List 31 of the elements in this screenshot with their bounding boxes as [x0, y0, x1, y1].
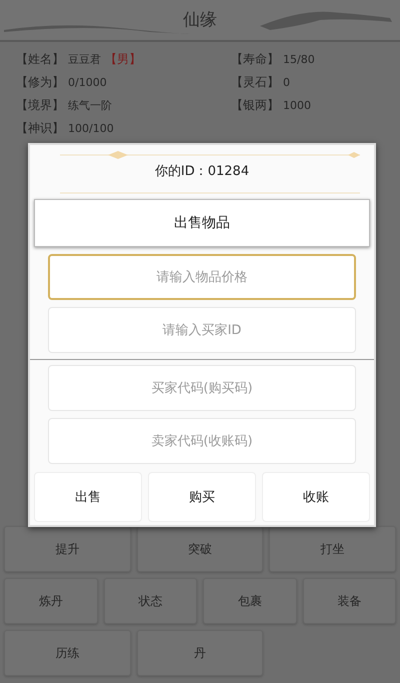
game-title: 仙缘: [182, 9, 218, 31]
stat-value: 100/100: [68, 122, 114, 135]
dialog-button[interactable]: 出售: [34, 472, 142, 522]
stat-value: 练气一阶: [68, 98, 112, 113]
action-button[interactable]: 状态: [104, 578, 197, 624]
action-button[interactable]: 装备: [302, 578, 396, 624]
action-button[interactable]: 突破: [136, 526, 264, 572]
input-field[interactable]: 请输入物品价格: [48, 254, 356, 300]
action-button[interactable]: 包裹: [203, 578, 296, 624]
player-id-text: 你的ID：01284: [154, 163, 250, 180]
stat-value: 1000: [283, 99, 311, 112]
stat-label: 【神识】: [16, 120, 64, 137]
action-button[interactable]: 打坐: [269, 526, 396, 572]
stat-label: 【姓名】: [16, 51, 64, 68]
dialog-title-button[interactable]: 出售物品: [34, 199, 370, 247]
stat-label: 【修为】: [16, 74, 64, 91]
stat-label: 【境界】: [16, 97, 64, 114]
dialog-button[interactable]: 购买: [148, 472, 256, 522]
action-button[interactable]: 丹: [136, 630, 264, 676]
gender-tag: 【男】: [105, 51, 141, 68]
action-button[interactable]: 炼丹: [4, 578, 98, 624]
action-button[interactable]: 提升: [4, 526, 131, 572]
stat-label: 【寿命】: [231, 51, 279, 68]
stat-value: 0/1000: [68, 76, 107, 89]
dialog-button[interactable]: 收账: [262, 472, 370, 522]
stat-label: 【银两】: [231, 97, 279, 114]
stat-value: 豆豆君: [68, 52, 101, 67]
action-button[interactable]: 历练: [4, 630, 131, 676]
stat-label: 【灵石】: [231, 74, 279, 91]
stat-value: 0: [283, 76, 290, 89]
stat-value: 15/80: [283, 53, 315, 66]
